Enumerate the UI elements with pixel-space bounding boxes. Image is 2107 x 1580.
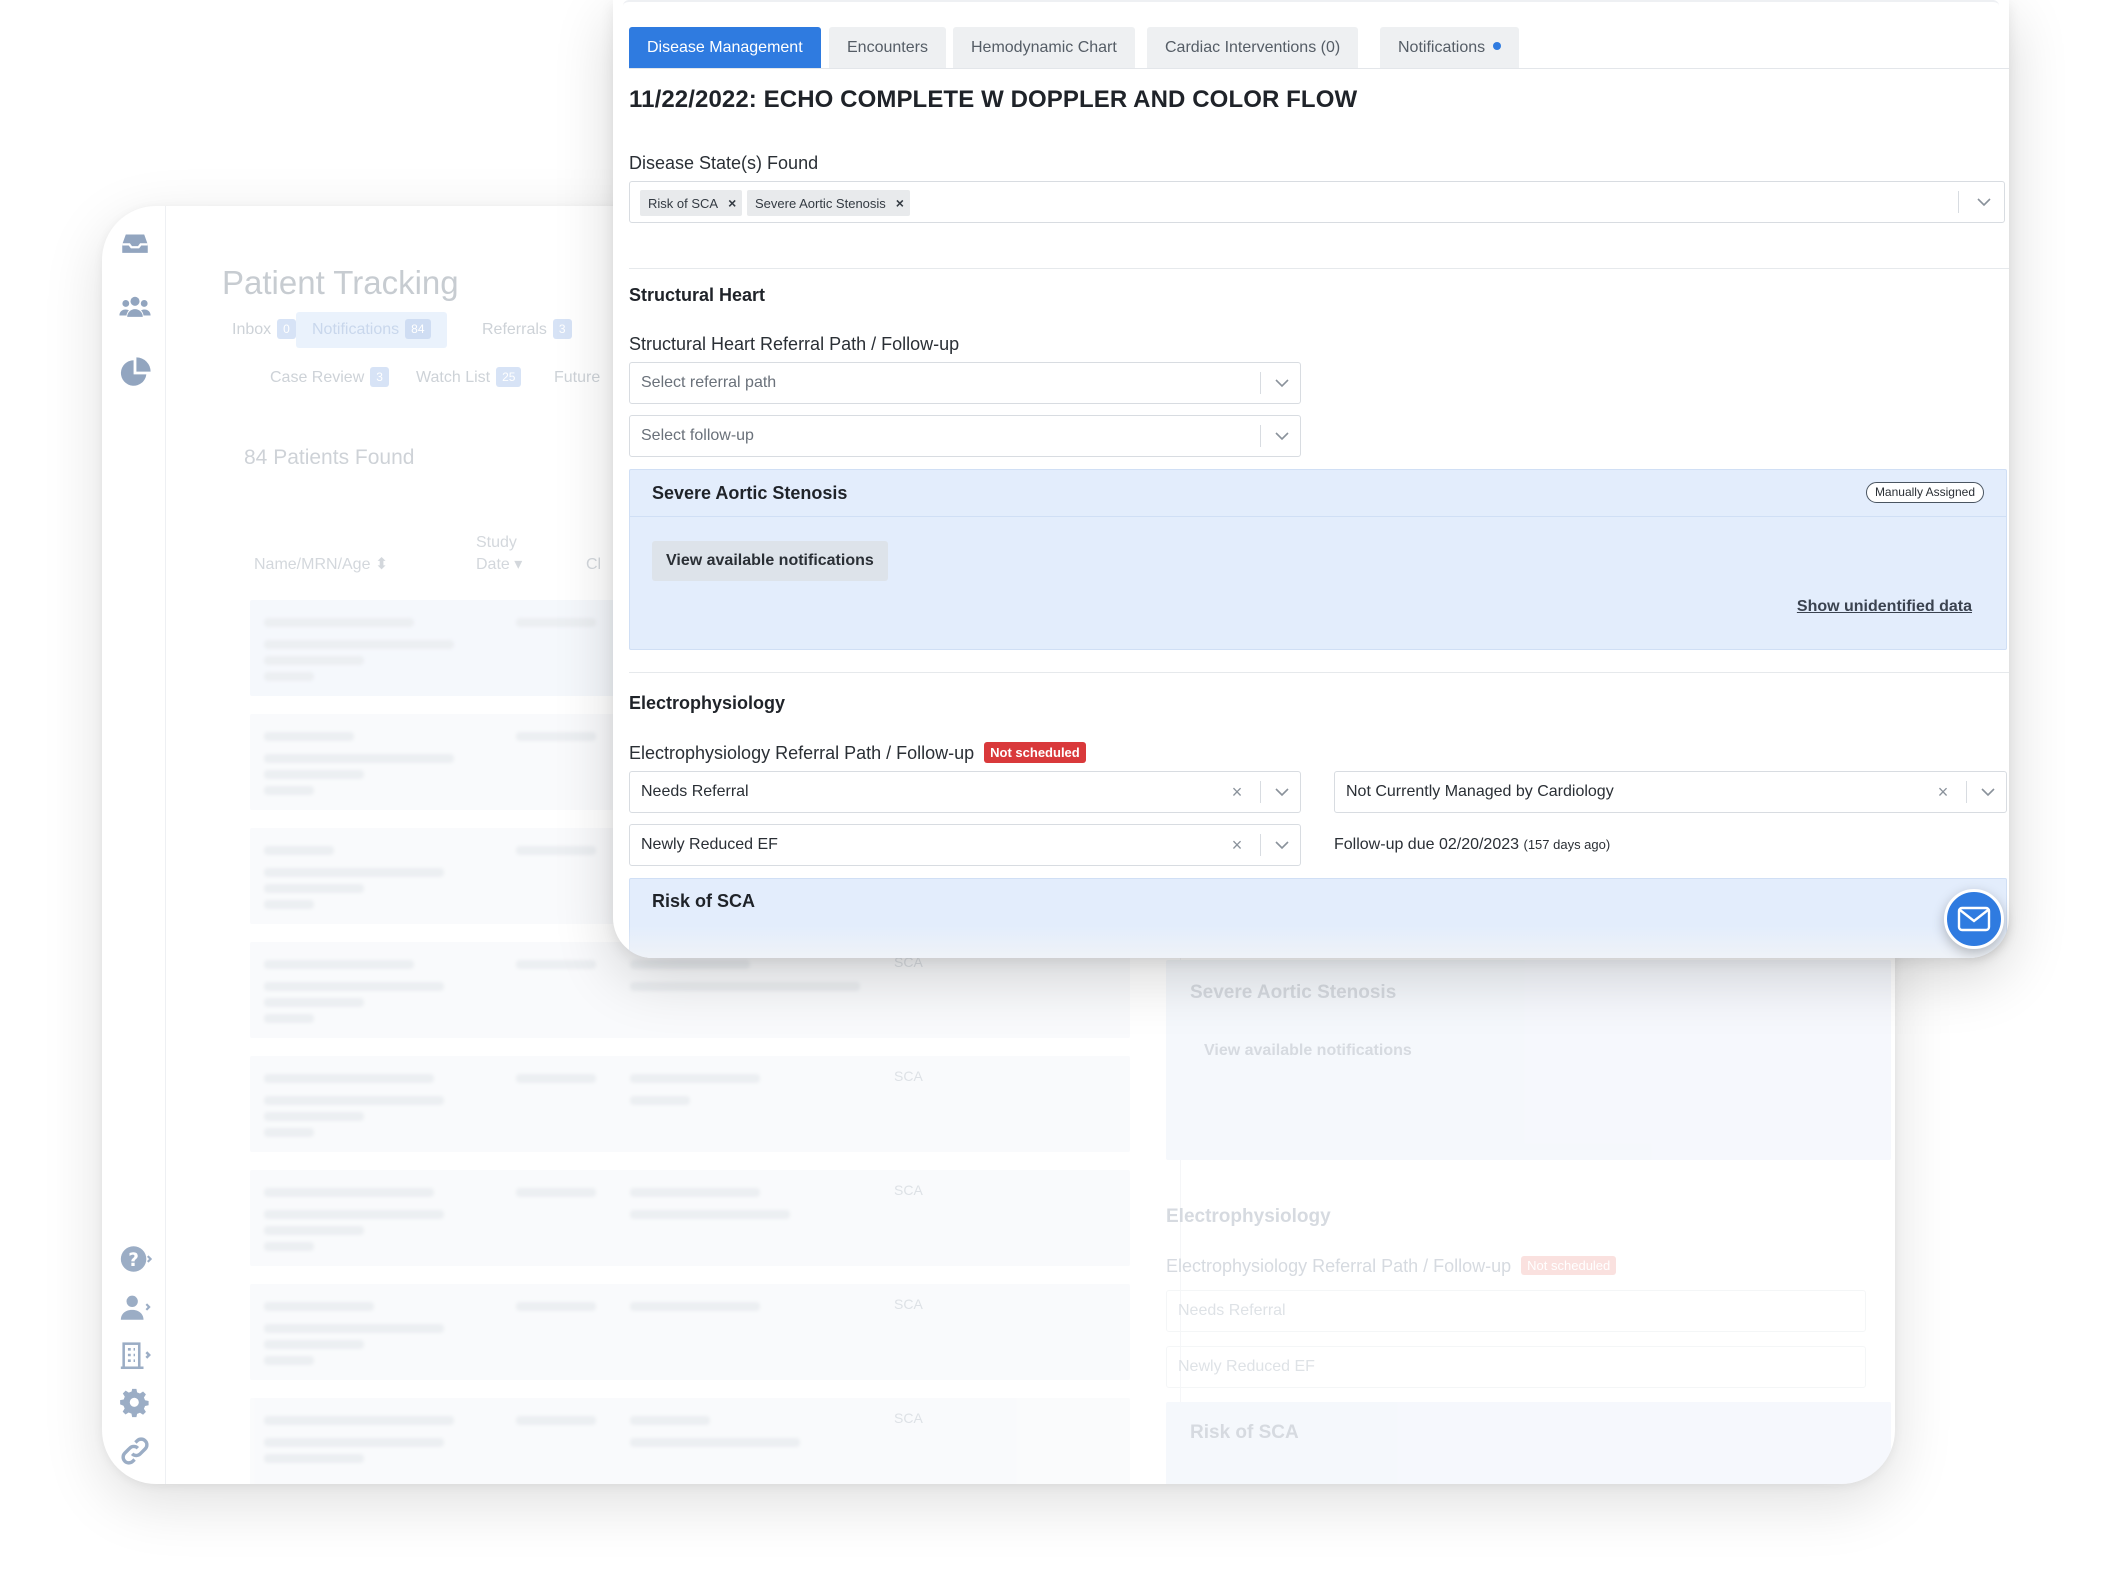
- mail-icon[interactable]: [1944, 889, 2004, 949]
- column-study-date[interactable]: Study Date ▾: [476, 532, 522, 576]
- chevron-down-icon[interactable]: [1262, 772, 1302, 812]
- tab-hemodynamic-chart[interactable]: Hemodynamic Chart: [953, 27, 1135, 68]
- tab-notifications[interactable]: Notifications: [1380, 27, 1520, 68]
- user-icon[interactable]: [116, 1288, 154, 1326]
- tab-referrals[interactable]: Referrals 3: [466, 312, 588, 348]
- disease-states-label: Disease State(s) Found: [629, 153, 819, 173]
- chip-remove-icon[interactable]: ×: [896, 190, 904, 216]
- select-ep-reason[interactable]: Newly Reduced EF ×: [629, 824, 1301, 866]
- select-follow-up[interactable]: Select follow-up: [629, 415, 1301, 457]
- followup-due-text: Follow-up due 02/20/2023 (157 days ago): [1334, 836, 1611, 853]
- chevron-down-icon[interactable]: [1262, 825, 1302, 865]
- link-icon[interactable]: [116, 1432, 154, 1470]
- not-scheduled-badge: Not scheduled: [984, 742, 1086, 763]
- side-rail: ?: [102, 206, 166, 1484]
- tab-case-review[interactable]: Case Review 3: [254, 360, 405, 396]
- patients-found: 84 Patients Found: [244, 446, 415, 469]
- select-ep-referral[interactable]: Needs Referral ×: [629, 771, 1301, 813]
- select-referral-path[interactable]: Select referral path: [629, 362, 1301, 404]
- tab-disease-management[interactable]: Disease Management: [629, 27, 821, 68]
- severe-aortic-stenosis-panel: Severe Aortic Stenosis Manually Assigned…: [629, 469, 2007, 650]
- view-notifications-button[interactable]: View available notifications: [652, 541, 888, 581]
- disease-management-window: Disease Management Encounters Hemodynami…: [613, 0, 2009, 958]
- study-title: 11/22/2022: ECHO COMPLETE W DOPPLER AND …: [629, 86, 1358, 113]
- structural-heart-heading: Structural Heart: [629, 285, 766, 305]
- bg-severe-panel: Severe Aortic Stenosis View available no…: [1166, 960, 1891, 1160]
- pie-chart-icon[interactable]: [116, 354, 154, 392]
- column-name[interactable]: Name/MRN/Age ⬍: [254, 554, 388, 576]
- disease-states-multiselect[interactable]: Risk of SCA × Severe Aortic Stenosis ×: [629, 181, 2005, 223]
- tab-notifications[interactable]: Notifications 84: [296, 312, 447, 348]
- patients-icon[interactable]: [116, 288, 154, 326]
- chevron-down-icon[interactable]: [1262, 416, 1302, 456]
- bg-select-referral[interactable]: Needs Referral: [1166, 1290, 1866, 1332]
- building-icon[interactable]: [116, 1336, 154, 1374]
- chip-risk-of-sca: Risk of SCA ×: [640, 190, 743, 216]
- clear-icon[interactable]: ×: [1222, 772, 1252, 812]
- table-row[interactable]: SCA: [250, 1056, 1130, 1152]
- bg-risk-panel: Risk of SCA: [1166, 1402, 1891, 1484]
- chip-severe-aortic-stenosis: Severe Aortic Stenosis ×: [747, 190, 910, 216]
- show-unidentified-data-link[interactable]: Show unidentified data: [1797, 598, 1972, 616]
- column-clinical[interactable]: Cl: [586, 554, 601, 576]
- panel-title: Risk of SCA: [652, 891, 756, 911]
- divider: [629, 268, 2009, 269]
- structural-path-label: Structural Heart Referral Path / Follow-…: [629, 334, 960, 354]
- settings-icon[interactable]: [116, 1384, 154, 1422]
- table-row[interactable]: SCA: [250, 1398, 1130, 1484]
- tab-watch-list[interactable]: Watch List 25: [400, 360, 537, 396]
- table-row[interactable]: SCA: [250, 1170, 1130, 1266]
- inbox-icon[interactable]: [116, 224, 154, 262]
- chevron-down-icon[interactable]: [1964, 182, 2004, 222]
- tab-encounters[interactable]: Encounters: [829, 27, 946, 68]
- table-row[interactable]: SCA: [250, 1284, 1130, 1380]
- chip-remove-icon[interactable]: ×: [728, 190, 736, 216]
- help-icon[interactable]: ?: [116, 1240, 154, 1278]
- clear-icon[interactable]: ×: [1222, 825, 1252, 865]
- tab-future[interactable]: Future: [538, 360, 616, 396]
- bg-select-reason[interactable]: Newly Reduced EF: [1166, 1346, 1866, 1388]
- page-title: Patient Tracking: [222, 264, 459, 301]
- electrophysiology-heading: Electrophysiology: [629, 693, 786, 713]
- ep-path-label: Electrophysiology Referral Path / Follow…: [629, 742, 1086, 764]
- tab-bar: Disease Management Encounters Hemodynami…: [629, 27, 2009, 69]
- manually-assigned-badge: Manually Assigned: [1865, 482, 1984, 503]
- chevron-down-icon[interactable]: [1262, 363, 1302, 403]
- bg-ep-label: Electrophysiology Referral Path / Follow…: [1166, 1256, 1617, 1277]
- divider: [629, 672, 2009, 673]
- select-cardiology-management[interactable]: Not Currently Managed by Cardiology ×: [1334, 771, 2007, 813]
- bg-ep-heading: Electrophysiology: [1166, 1206, 1331, 1227]
- unread-dot: [1493, 42, 1502, 50]
- svg-text:?: ?: [128, 1250, 139, 1271]
- chevron-down-icon[interactable]: [1968, 772, 2008, 812]
- tab-cardiac-interventions[interactable]: Cardiac Interventions (0): [1147, 27, 1359, 68]
- clear-icon[interactable]: ×: [1928, 772, 1958, 812]
- panel-title: Severe Aortic Stenosis: [652, 483, 848, 503]
